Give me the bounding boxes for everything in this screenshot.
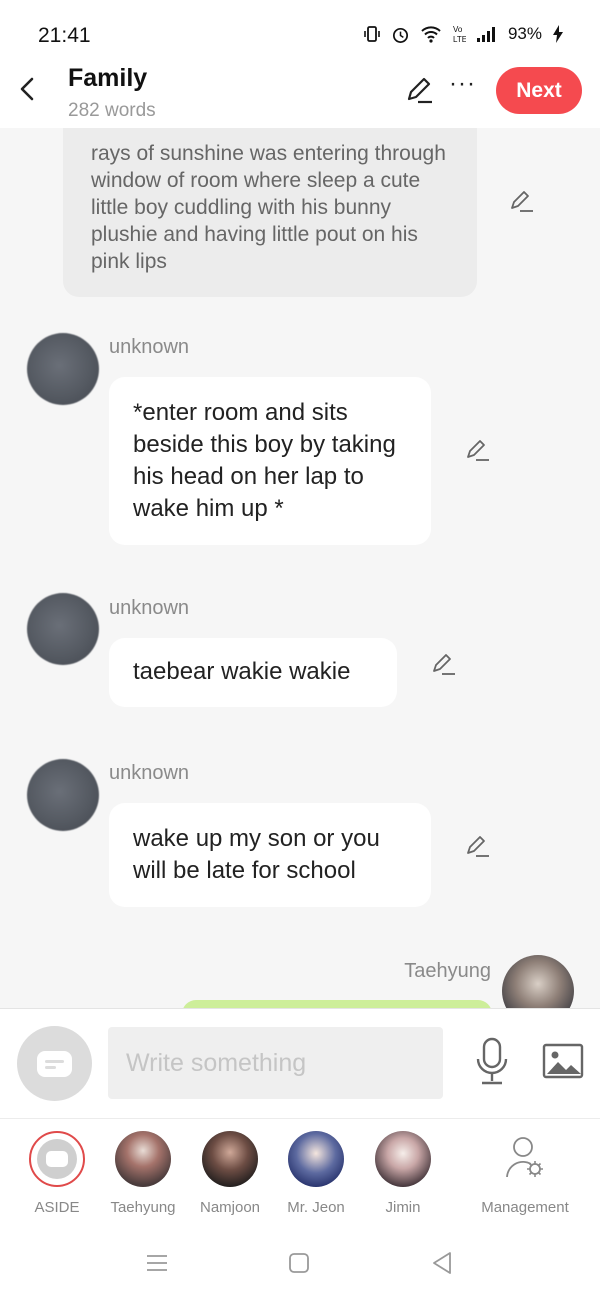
tab-mr-jeon[interactable]: Mr. Jeon — [271, 1131, 361, 1216]
message-bubble[interactable]: wake up my son or you will be late for s… — [109, 803, 431, 907]
tab-label: Taehyung — [110, 1199, 176, 1216]
status-bar: 21:41 Vo LTE 93% — [0, 0, 600, 60]
tab-namjoon[interactable]: Namjoon — [185, 1131, 275, 1216]
tab-label: Jimin — [385, 1199, 421, 1216]
edit-story-icon[interactable] — [404, 75, 434, 105]
message-bubble[interactable]: *enter room and sits beside this boy by … — [109, 377, 431, 545]
avatar[interactable] — [27, 333, 99, 405]
volte-icon: VoLTE — [453, 25, 466, 44]
edit-message-icon[interactable] — [464, 437, 490, 463]
user-settings-icon — [506, 1137, 543, 1178]
system-navbar — [0, 1230, 600, 1300]
svg-text:LTE: LTE — [453, 35, 466, 44]
recent-apps-icon[interactable] — [145, 1252, 169, 1274]
tab-jimin[interactable]: Jimin — [358, 1131, 448, 1216]
battery-level: 93% — [507, 24, 542, 43]
tab-aside[interactable]: ASIDE — [12, 1131, 102, 1216]
edit-message-icon[interactable] — [464, 833, 490, 859]
signal-icon — [476, 27, 495, 42]
tab-label: Namjoon — [199, 1199, 261, 1216]
avatar[interactable] — [27, 759, 99, 831]
message-input[interactable]: Write something — [108, 1027, 443, 1099]
aside-icon — [37, 1051, 72, 1077]
charging-icon — [553, 25, 563, 43]
back-nav-icon[interactable] — [430, 1250, 454, 1276]
back-arrow-icon[interactable] — [14, 72, 42, 106]
word-count: 282 words — [68, 100, 156, 121]
composer-bar: Write something — [0, 1008, 600, 1118]
status-time: 21:41 — [38, 24, 91, 47]
chat-header: Family 282 words ··· Next — [0, 60, 600, 128]
chat-area[interactable]: rays of sunshine was entering through wi… — [0, 128, 600, 1008]
status-icons: Vo LTE 93% — [363, 24, 564, 44]
edit-message-icon[interactable] — [430, 651, 456, 677]
more-options-icon[interactable]: ··· — [449, 70, 476, 98]
character-tabs: ASIDE Taehyung Namjoon Mr. Jeon Jimin Ma… — [0, 1118, 600, 1230]
page-title: Family — [68, 64, 148, 92]
sender-name: unknown — [109, 762, 190, 784]
message-bubble[interactable] — [182, 1000, 492, 1008]
sender-name: unknown — [109, 336, 190, 358]
next-button[interactable]: Next — [496, 67, 582, 114]
tab-taehyung[interactable]: Taehyung — [98, 1131, 188, 1216]
sender-name: unknown — [109, 597, 190, 619]
microphone-icon[interactable] — [474, 1037, 510, 1087]
avatar — [288, 1131, 344, 1187]
tab-label: Management — [481, 1199, 569, 1216]
avatar — [375, 1131, 431, 1187]
alarm-icon — [392, 27, 408, 43]
image-icon[interactable] — [542, 1043, 584, 1079]
svg-text:Vo: Vo — [453, 25, 463, 34]
home-icon[interactable] — [288, 1252, 310, 1274]
wifi-icon — [421, 26, 441, 43]
tab-label: ASIDE — [34, 1199, 80, 1216]
avatar[interactable] — [502, 955, 574, 1008]
avatar[interactable] — [27, 593, 99, 665]
sender-name: Taehyung — [404, 960, 491, 982]
message-bubble[interactable]: taebear wakie wakie — [109, 638, 397, 707]
tab-management[interactable]: Management — [470, 1131, 580, 1216]
edit-message-icon[interactable] — [508, 188, 534, 214]
vibrate-icon — [364, 26, 380, 42]
narration-bubble[interactable]: rays of sunshine was entering through wi… — [63, 128, 477, 297]
avatar — [202, 1131, 258, 1187]
aside-tab-icon — [29, 1131, 85, 1187]
avatar — [115, 1131, 171, 1187]
tab-label: Mr. Jeon — [287, 1199, 345, 1216]
aside-toggle-button[interactable] — [17, 1026, 92, 1101]
